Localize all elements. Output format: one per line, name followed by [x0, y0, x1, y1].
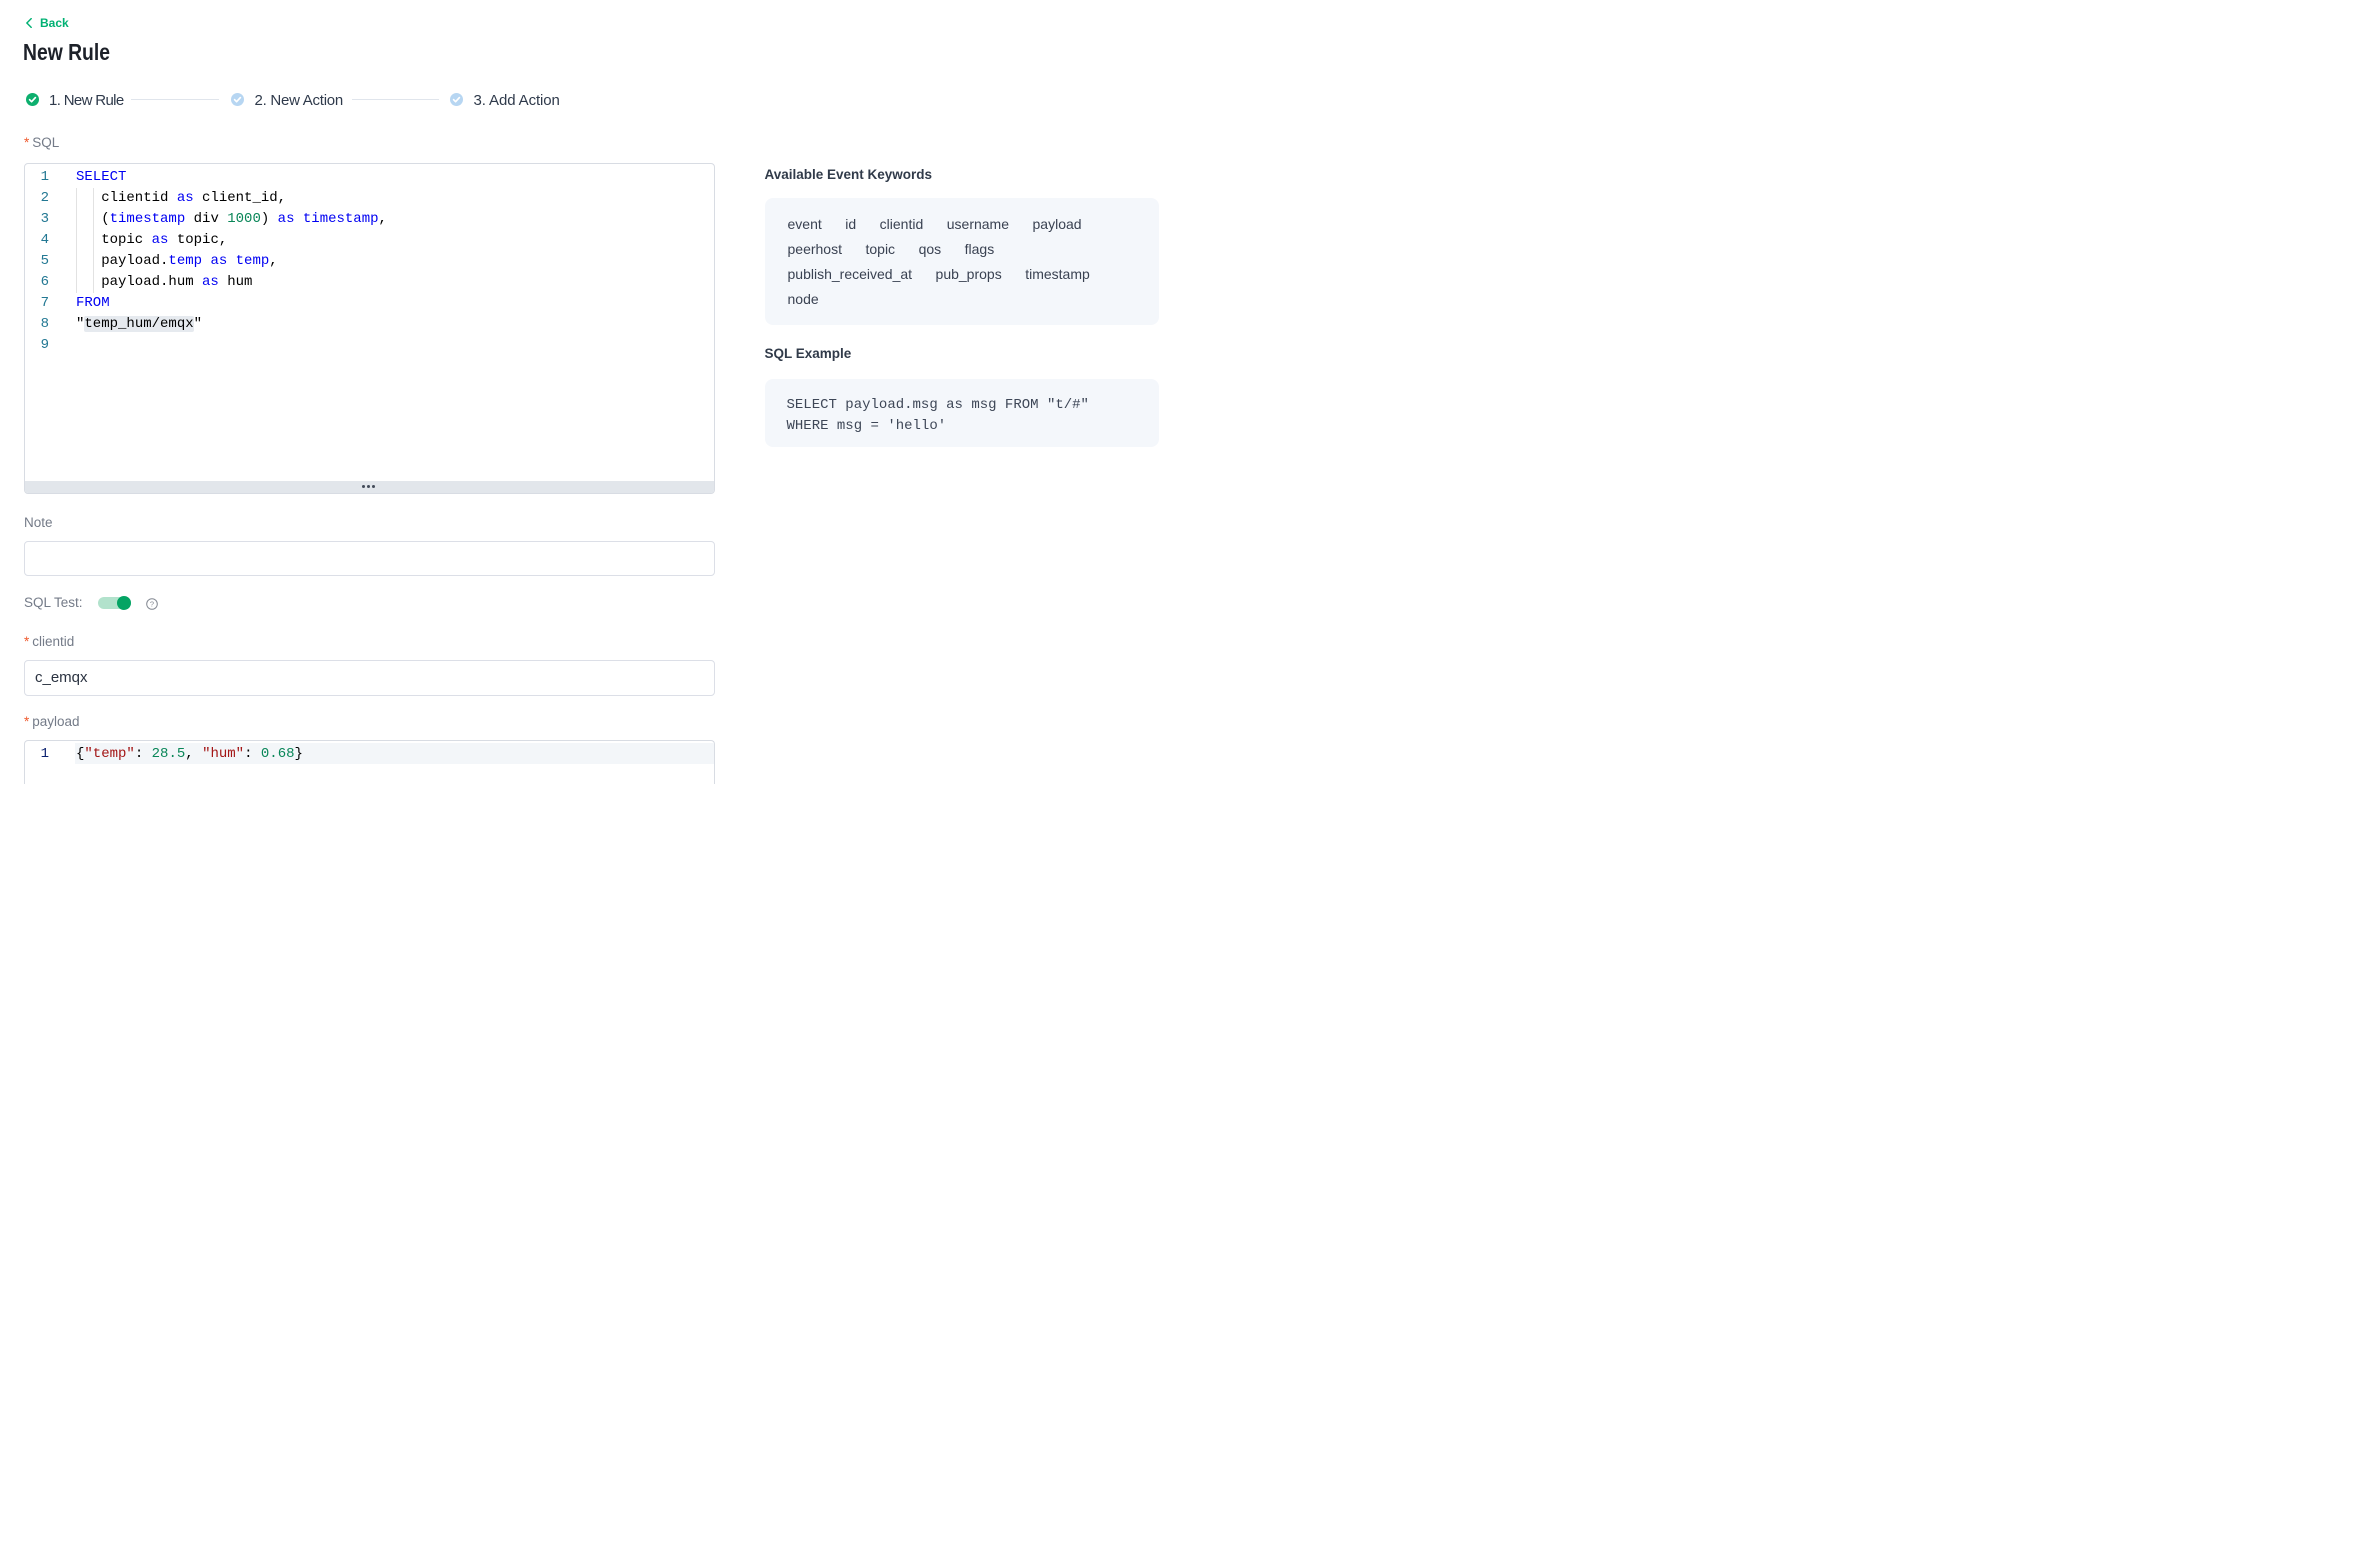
svg-text:?: ? — [150, 599, 154, 608]
